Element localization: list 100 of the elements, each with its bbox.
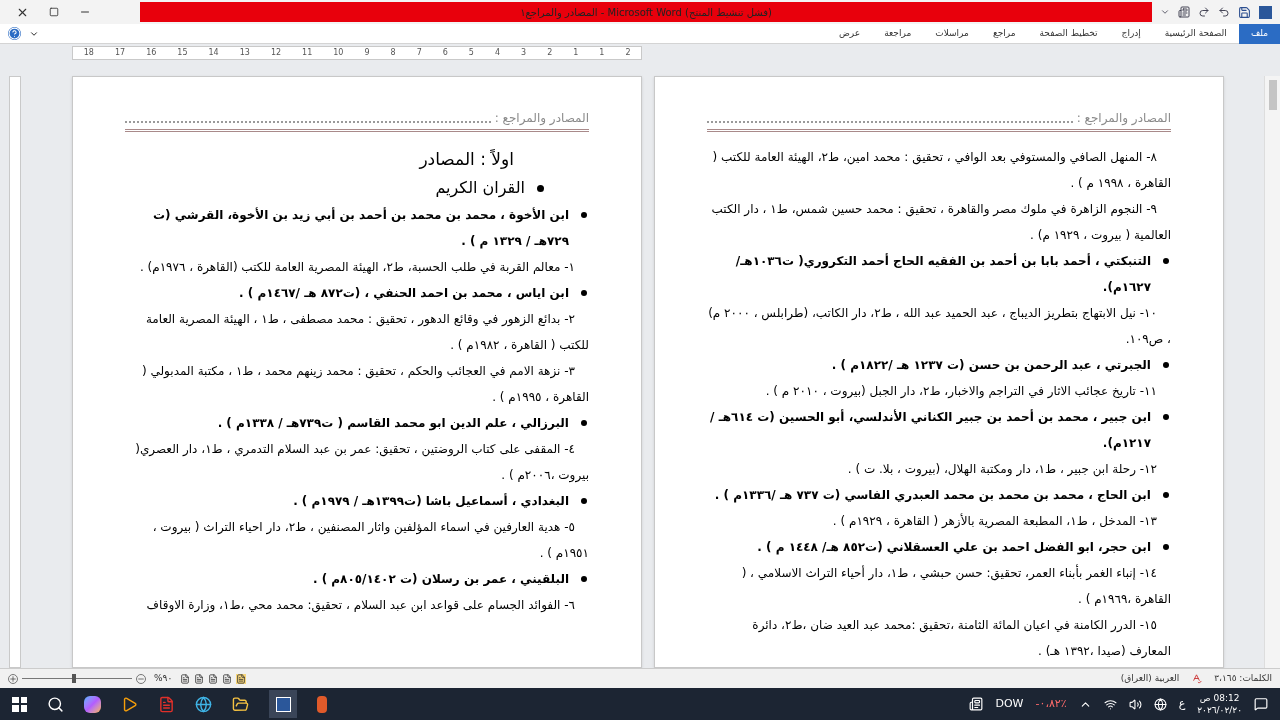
- help-icon[interactable]: [8, 27, 21, 40]
- ruler-number: 9: [364, 48, 370, 58]
- bullet-icon: [1163, 258, 1169, 264]
- reference-entry: ٤- المقفى على كتاب الروضتين ، تحقيق: عمر بن عبد السلام التدمري ، ط١، دار العصري( بيروت ،٢٠٠٦م ) .: [134, 441, 589, 485]
- print-layout-icon[interactable]: [236, 673, 247, 684]
- save-icon[interactable]: [1238, 5, 1251, 19]
- ribbon-tab[interactable]: الصفحة الرئيسية: [1152, 23, 1239, 44]
- input-language[interactable]: ع: [1178, 695, 1186, 713]
- stock-change[interactable]: ٪٠،٨٢-: [1035, 695, 1067, 713]
- zoom-slider[interactable]: [22, 673, 132, 684]
- reference-entry: ٢- بدائع الزهور في وقائع الدهور ، تحقيق : محمد مصطفى ، ط١ ، الهيئة المصرية العامة للكتب ( القاهرة ، ١٩٨٢م ) .: [144, 311, 589, 354]
- ruler-number: 6: [442, 48, 448, 58]
- bullet-icon: [581, 498, 587, 504]
- word-count[interactable]: الكلمات: ٣،١٦٥: [1214, 671, 1272, 686]
- ruler-number: 2: [547, 48, 553, 58]
- ribbon-tab[interactable]: تخطيط الصفحة: [1027, 23, 1110, 44]
- reference-author: التنبكتي ، أحمد بابا بن أحمد بن الفقيه الحاج أحمد التكروري( ت١٠٣٦هـ/١٦٢٧م).: [734, 252, 1151, 297]
- ruler-number: 17: [114, 48, 126, 58]
- redo-icon[interactable]: [1198, 6, 1210, 18]
- clock-time[interactable]: 08:12 ص: [1199, 692, 1240, 704]
- scrollbar[interactable]: [1264, 76, 1280, 668]
- bullet-icon: [581, 576, 587, 582]
- ribbon-tab[interactable]: إدراج: [1109, 23, 1153, 44]
- search-icon[interactable]: [47, 695, 64, 713]
- reference-entry: ١٢- رحلة ابن جبير ، ط١، دار ومكتبة الهلال، (بيروت ، بلا. ت ) .: [846, 461, 1158, 479]
- reference-entry: ١٥- الدرر الكامنة في اعيان المائة الثامنة ،تحقيق :محمد عبد العيد ضان ،ط٢، دائرة المعارف (صيدا ،١٣٩٢ هـ) .: [751, 617, 1171, 660]
- ruler-number: 10: [333, 48, 344, 58]
- title-bar: المصادر والمراجع١ - Microsoft Word (فشل تنشيط المنتج): [140, 2, 1152, 22]
- page-header: المصادر والمراجع :: [1076, 110, 1171, 127]
- reference-entry: ١٠- نيل الابتهاج بتطريز الديباج ، عبد الحميد عبد الله ، ط٢، دار الكاتب، (طرابلس ، ٢٠٠٠ م) ، ص١٠٩.: [707, 305, 1171, 349]
- notifications-icon[interactable]: [1254, 697, 1268, 711]
- reference-entry: ٣- نزهة الامم في العجائب والحكم ، تحقيق : محمد زينهم محمد ، ط١ ، مكتبة المدبولي ( القاهرة ، ١٩٩٥م ) .: [140, 363, 589, 406]
- bullet-icon: [1163, 362, 1169, 368]
- reference-entry: ٥- هدية العارفين في اسماء المؤلفين واثار المصنفين ، ط٢، دار احياء التراث ( بيروت ، ١٩٥١م ) .: [151, 519, 589, 562]
- ribbon-tab[interactable]: مراسلات: [923, 23, 981, 44]
- ruler-number: 16: [146, 48, 157, 58]
- proofing-icon[interactable]: [1191, 673, 1203, 684]
- bullet-icon: [1163, 544, 1169, 550]
- maximize-icon[interactable]: [49, 7, 59, 17]
- reference-author: ابن اياس ، محمد بن احمد الحنفي ، (ت٨٧٢ هـ /١٤٦٧م ) .: [239, 285, 569, 303]
- reference-entry: ٦- الفوائد الجسام على قواعد ابن عبد السلام ، تحقيق: محمد محي ،ط١، وزارة الاوقاف: [145, 597, 576, 615]
- ruler-number: 5: [468, 48, 474, 58]
- web-layout-icon[interactable]: [208, 673, 219, 684]
- reading-view-icon[interactable]: [222, 673, 233, 684]
- reference-author: البلقيني ، عمر بن رسلان (ت ٨٠٥/١٤٠٢م ) .: [312, 571, 569, 589]
- stock-ticker[interactable]: DOW: [995, 695, 1024, 713]
- ruler-number: 1: [599, 48, 605, 58]
- reference-entry: ٨- المنهل الصافي والمستوفي بعد الوافي ، تحقيق : محمد امين، ط٢، الهيئة العامة للكتب ( القاهرة ، ١٩٩٨ م ) .: [711, 149, 1171, 192]
- folder-icon[interactable]: [232, 695, 249, 713]
- bullet-icon: [1163, 492, 1169, 498]
- reference-author: الجبرتي ، عبد الرحمن بن حسن (ت ١٢٣٧ هـ /١٨٢٢م ) .: [831, 357, 1151, 375]
- page-header: المصادر والمراجع :: [494, 110, 589, 127]
- ribbon-tab[interactable]: عرض: [826, 23, 873, 44]
- ruler-number: 14: [208, 48, 219, 58]
- reference-entry: ١٤- إنباء الغمر بأبناء العمر، تحقيق: حسن حبشي ، ط١، دار أحياء التراث الاسلامي ، ( القاهرة ،١٩٦٩م ) .: [740, 563, 1171, 608]
- reference-author: البرزالي ، علم الدين ابو محمد القاسم ( ت٧٣٩هـ / ١٣٣٨م ) .: [217, 415, 569, 433]
- reference-author: ابن الحاج ، محمد بن محمد بن محمد العبدري الفاسي (ت ٧٣٧ هـ /١٣٣٦م ) .: [714, 487, 1151, 505]
- reference-entry: ١- معالم القربة في طلب الحسبة، ط٢، الهيئة المصرية العامة للكتب (القاهرة ، ١٩٧٦م) .: [138, 259, 576, 277]
- reference-entry: ٩- النجوم الزاهرة في ملوك مصر والقاهرة ، تحقيق : محمد حسين شمس، ط١ ، دار الكتب العالمية ( بيروت ، ١٩٢٩ م) .: [710, 201, 1171, 244]
- ruler-number: 8: [390, 48, 396, 58]
- reference-author: ابن الأخوة ، محمد بن محمد بن أحمد بن أبي زيد بن الأخوة، القرشي (ت ٧٢٩هـ / ١٣٢٩ م ) .: [152, 206, 569, 251]
- ruler-number: 13: [239, 48, 250, 58]
- ruler-number: 12: [270, 48, 282, 58]
- ruler-number: 3: [521, 48, 527, 58]
- reference-author: ابن جبير ، محمد بن أحمد بن جبير الكناني الأندلسي، أبو الحسين (ت ٦١٤هـ / ١٢١٧م).: [709, 408, 1151, 453]
- reference-entry: ١٣- المدخل ، ط١، المطبعة المصرية بالأزهر ( القاهرة ، ١٩٢٩م ) .: [831, 512, 1158, 530]
- ruler-number: 1: [573, 48, 579, 58]
- volume-icon[interactable]: [1128, 697, 1142, 711]
- media-player-icon[interactable]: [121, 695, 138, 713]
- browser-icon[interactable]: [195, 695, 212, 713]
- ribbon-tab[interactable]: مراجع: [980, 23, 1028, 44]
- network-icon[interactable]: [1103, 697, 1117, 711]
- bullet-icon: [537, 184, 544, 192]
- draft-view-icon[interactable]: [180, 673, 191, 684]
- bullet-icon: [1163, 414, 1169, 420]
- app-icon[interactable]: [317, 695, 327, 713]
- zoom-slider-thumb[interactable]: [71, 674, 76, 683]
- language-status[interactable]: العربية (العراق): [1120, 671, 1180, 686]
- bullet-icon: [581, 212, 587, 218]
- list-item-text: القران الكريم: [435, 177, 525, 200]
- ribbon-tab[interactable]: ملف: [1238, 23, 1280, 44]
- pdf-icon[interactable]: [158, 695, 175, 713]
- start-icon[interactable]: [12, 696, 27, 712]
- ruler-number: 4: [494, 48, 501, 58]
- undo-icon[interactable]: [1218, 6, 1230, 18]
- reference-author: البغدادي ، أسماعيل باشا (ت١٣٩٩هـ / ١٩٧٩م ) .: [293, 492, 569, 511]
- bullet-icon: [581, 420, 587, 426]
- zoom-in-icon[interactable]: [8, 673, 18, 684]
- ruler-number: 2: [625, 48, 631, 58]
- reference-author: ابن حجر، ابو الفضل احمد بن علي العسقلاني (ت٨٥٢ هـ/ ١٤٤٨ م ) .: [757, 539, 1151, 557]
- section-heading: اولاً : المصادر: [417, 148, 515, 171]
- ribbon-tab[interactable]: مراجعة: [872, 23, 924, 44]
- zoom-level[interactable]: %٩٠: [154, 671, 173, 686]
- globe-icon[interactable]: [1153, 697, 1167, 711]
- customize-icon[interactable]: [1160, 7, 1170, 17]
- bullet-icon: [581, 290, 587, 296]
- ruler-number: 15: [177, 48, 188, 58]
- ruler-number: 11: [302, 48, 313, 58]
- outline-view-icon[interactable]: [194, 673, 205, 684]
- clock-date[interactable]: ٢٠٢٦/٠٢/٢٠: [1197, 704, 1242, 716]
